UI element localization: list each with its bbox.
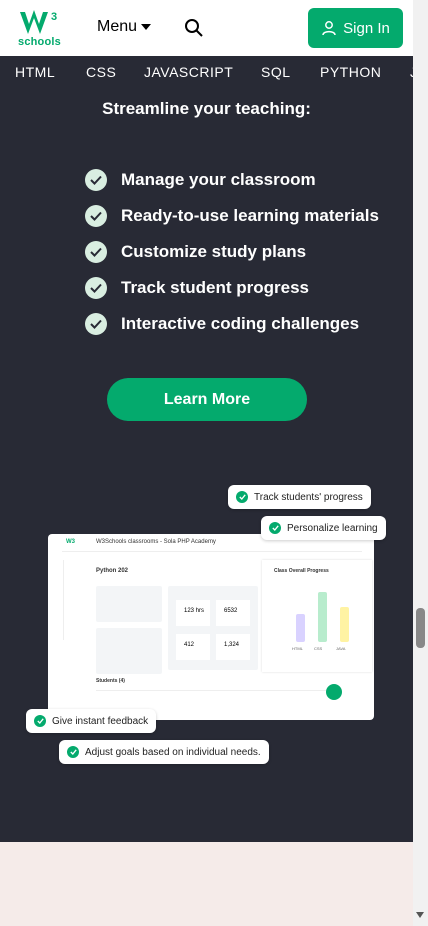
feature-label: Customize study plans [121, 242, 307, 261]
scroll-down-arrow-icon[interactable] [416, 912, 424, 918]
check-icon [67, 746, 79, 758]
stat-value: 123 hrs [184, 608, 205, 614]
callout-goals: Adjust goals based on individual needs. [59, 740, 269, 764]
scrollbar-thumb[interactable] [416, 608, 425, 648]
feature-label: Track student progress [121, 278, 310, 297]
progress-bar-label: JAVA [336, 646, 346, 651]
progress-bar-label: CSS [314, 646, 323, 651]
attention-card [96, 628, 162, 674]
students-label: Students (4) [96, 678, 125, 684]
stat-value: 6532 [224, 608, 238, 614]
menu-button[interactable]: Menu [97, 18, 152, 36]
feature-item: Ready-to-use learning materials [85, 205, 379, 227]
stat-tile: 412 [176, 634, 210, 660]
progress-bar-label: HTML [292, 646, 303, 651]
info-card [96, 586, 162, 622]
callout-text: Adjust goals based on individual needs. [85, 746, 261, 758]
classroom-dashboard-illustration: W3 W3Schools classrooms - Sola PHP Acade… [48, 534, 374, 720]
feature-item: Customize study plans [85, 241, 306, 263]
stat-value: 412 [184, 642, 195, 648]
stat-tile: 123 hrs [176, 600, 210, 626]
learn-more-button[interactable]: Learn More [107, 378, 307, 421]
logo-text: schools [18, 36, 61, 48]
feature-label: Ready-to-use learning materials [121, 206, 379, 225]
progress-chart-card: Class Overall Progress HTML CSS JAVA [262, 560, 372, 672]
check-icon [85, 241, 107, 263]
progress-bar [318, 592, 327, 642]
feature-item: Manage your classroom [85, 169, 316, 191]
nav-item-css[interactable]: CSS [86, 64, 116, 80]
stat-tile: 1,324 [216, 634, 250, 660]
stat-tile: 6532 [216, 600, 250, 626]
callout-personalize: Personalize learning [261, 516, 386, 540]
add-student-icon [326, 684, 342, 700]
stats-card: 123 hrs 6532 412 1,324 [168, 586, 258, 670]
dashboard-logo-icon: W3 [66, 539, 75, 545]
top-bar: 3 schools Menu Sign In [0, 0, 413, 56]
divider [96, 690, 326, 691]
callout-text: Track students' progress [254, 491, 363, 503]
menu-label: Menu [97, 18, 138, 35]
sign-in-label: Sign In [343, 19, 390, 37]
topic-nav: HTML CSS JAVASCRIPT SQL PYTHON J [0, 56, 413, 88]
progress-bar [296, 614, 305, 642]
hero-title: Streamline your teaching: [102, 99, 311, 118]
dashboard-sidebar [48, 560, 64, 640]
logo-mark-icon: 3 [20, 10, 57, 34]
check-icon [34, 715, 46, 727]
w3schools-logo[interactable]: 3 schools [18, 8, 62, 48]
callout-track-progress: Track students' progress [228, 485, 371, 509]
check-icon [85, 205, 107, 227]
feature-label: Manage your classroom [121, 170, 316, 189]
check-icon [85, 169, 107, 191]
callout-text: Give instant feedback [52, 715, 149, 727]
callout-text: Personalize learning [287, 522, 378, 534]
feature-item: Interactive coding challenges [85, 313, 359, 335]
sign-in-button[interactable]: Sign In [308, 8, 403, 48]
progress-bar [340, 607, 349, 642]
svg-text:3: 3 [51, 11, 57, 23]
check-icon [85, 313, 107, 335]
hero-section: Streamline your teaching: Manage your cl… [0, 88, 413, 842]
check-icon [85, 277, 107, 299]
stat-value: 1,324 [224, 642, 240, 648]
feature-label: Interactive coding challenges [121, 314, 360, 333]
next-section [0, 842, 413, 926]
check-icon [236, 491, 248, 503]
nav-item-python[interactable]: PYTHON [320, 64, 381, 80]
check-icon [269, 522, 281, 534]
feature-item: Track student progress [85, 277, 309, 299]
caret-down-icon [141, 24, 152, 30]
progress-bars: HTML CSS JAVA [290, 586, 360, 656]
user-icon [322, 21, 336, 36]
course-name: Python 202 [96, 568, 129, 574]
nav-item-sql[interactable]: SQL [261, 64, 291, 80]
callout-feedback: Give instant feedback [26, 709, 157, 733]
vertical-scrollbar[interactable] [413, 0, 428, 926]
dashboard-title: W3Schools classrooms - Sola PHP Academy [96, 539, 216, 545]
search-icon[interactable] [184, 18, 204, 38]
nav-item-html[interactable]: HTML [15, 64, 55, 80]
chart-title: Class Overall Progress [274, 568, 329, 574]
nav-item-javascript[interactable]: JAVASCRIPT [144, 64, 233, 80]
